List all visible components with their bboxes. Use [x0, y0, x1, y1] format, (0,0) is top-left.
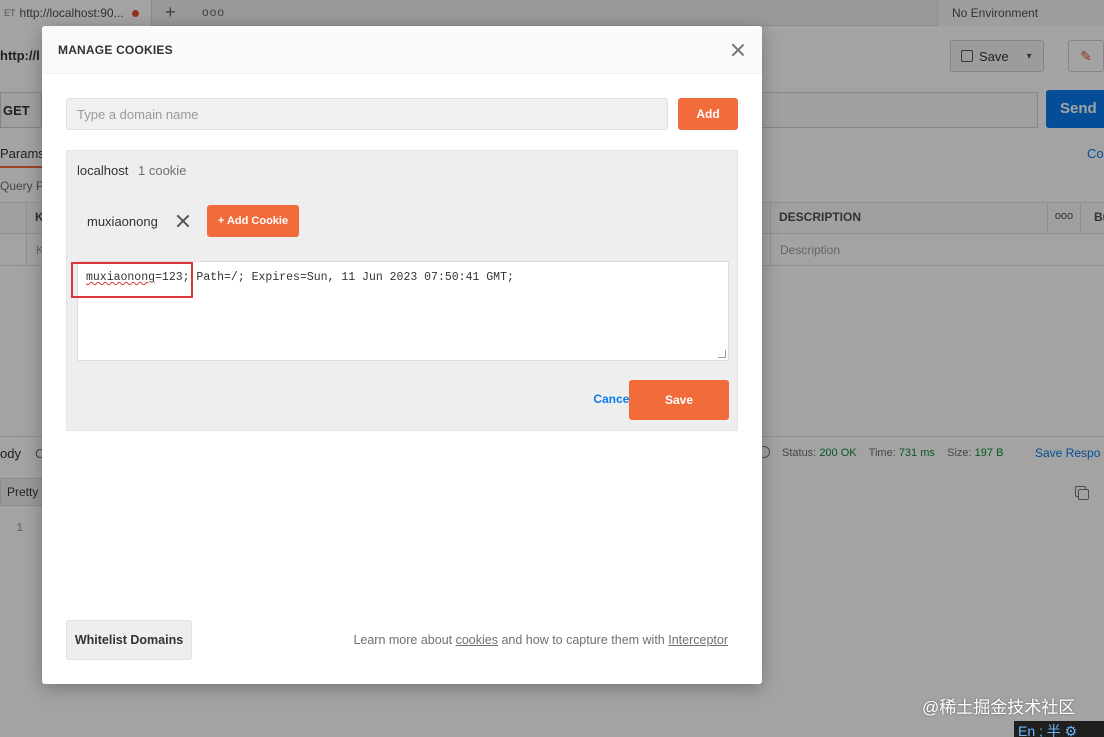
- resize-handle-icon[interactable]: [718, 350, 726, 358]
- save-cookie-button[interactable]: Save: [629, 380, 729, 420]
- cookie-rest-text: =123; Path=/; Expires=Sun, 11 Jun 2023 0…: [155, 271, 514, 284]
- modal-title: MANAGE COOKIES: [58, 43, 173, 57]
- domain-name: localhost: [77, 163, 129, 178]
- ime-indicator: En ; 半 ⚙: [1014, 721, 1104, 737]
- learn-more-middle: and how to capture them with: [498, 633, 669, 647]
- cookie-chip-label[interactable]: muxiaonong: [77, 214, 168, 229]
- cookies-doc-link[interactable]: cookies: [456, 633, 498, 647]
- learn-more-text: Learn more about cookies and how to capt…: [353, 633, 728, 647]
- whitelist-domains-button[interactable]: Whitelist Domains: [66, 620, 192, 660]
- modal-header: MANAGE COOKIES: [42, 26, 762, 74]
- learn-more-prefix: Learn more about: [353, 633, 456, 647]
- cookie-chip[interactable]: muxiaonong: [77, 205, 194, 237]
- domain-input[interactable]: [66, 98, 668, 130]
- annotation-highlight-box: [71, 262, 193, 298]
- watermark: @稀土掘金技术社区: [922, 698, 1076, 717]
- interceptor-link[interactable]: Interceptor: [668, 633, 728, 647]
- close-icon[interactable]: [728, 40, 748, 60]
- add-domain-button[interactable]: Add: [678, 98, 738, 130]
- cookie-count: 1 cookie: [138, 163, 187, 178]
- manage-cookies-modal: MANAGE COOKIES Add localhost 1 cookie mu…: [42, 26, 762, 684]
- remove-cookie-icon[interactable]: [172, 210, 194, 232]
- add-cookie-button[interactable]: + Add Cookie: [207, 205, 299, 237]
